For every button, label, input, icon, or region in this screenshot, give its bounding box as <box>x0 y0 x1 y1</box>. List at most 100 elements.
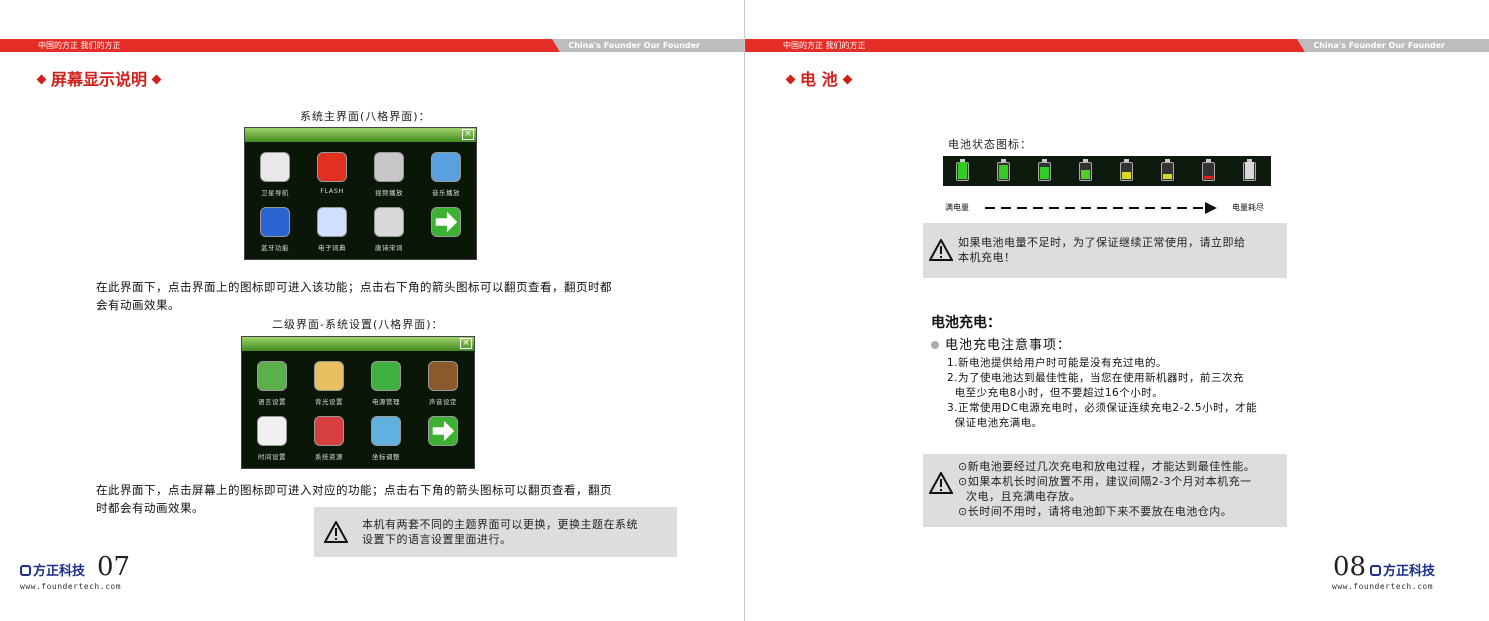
section-title: 屏幕显示说明 <box>32 70 166 90</box>
battery-icon <box>1120 159 1133 181</box>
header-right-text: China's Founder Our Founder <box>1313 41 1445 50</box>
full-battery-label: 满电量 <box>945 203 969 212</box>
warning-line: 本机充电！ <box>958 251 1016 264</box>
app-icon <box>257 416 287 446</box>
screen-menu-item: 蓝牙功能 <box>245 207 305 252</box>
diamond-icon <box>785 74 796 85</box>
paragraph-1: 在此界面下，点击界面上的图标即可进入该功能；点击右下角的箭头图标可以翻页查看，翻… <box>96 278 612 314</box>
screen-menu-item: 坐标调整 <box>356 416 416 461</box>
page-number: 07 <box>97 552 131 582</box>
charge-notes-heading-text: 电池充电注意事项： <box>945 338 1072 353</box>
screen-menu-item: 卫星导航 <box>245 152 305 197</box>
screen-menu-label: 蓝牙功能 <box>261 244 289 252</box>
screen-menu-label: 声音设定 <box>429 398 457 406</box>
app-icon <box>428 361 458 391</box>
warning-icon <box>929 239 953 261</box>
app-icon <box>260 152 290 182</box>
screen-menu-label: 视频播放 <box>375 189 403 197</box>
founder-logo: 方正科技 <box>1370 560 1435 579</box>
battery-fill <box>1081 169 1090 179</box>
tip-item: 次电，且充满电存放。 <box>958 490 1081 503</box>
app-icon <box>260 207 290 237</box>
note-box: 本机有两套不同的主题界面可以更换，更换主题在系统 设置下的语言设置里面进行。 <box>314 507 677 557</box>
header-left-text: 中国的方正 我们的方正 <box>38 41 121 50</box>
logo-text: 方正科技 <box>1383 564 1436 579</box>
tip-item: ⊙长时间不用时，请将电池卸下来不要放在电池仓内。 <box>958 505 1233 518</box>
charge-heading: 电池充电： <box>931 315 1001 331</box>
screen-menu-label: 背光设置 <box>315 398 343 406</box>
next-page-arrow-button <box>413 416 473 451</box>
diamond-icon <box>36 74 47 85</box>
charge-notes-list: 1.新电池提供给用户时可能是没有充过电的。 2.为了使电池达到最佳性能，当您在使用… <box>947 356 1257 431</box>
battery-icon <box>1038 159 1051 181</box>
charge-notes-heading: 电池充电注意事项： <box>931 334 1071 353</box>
screen-titlebar <box>245 128 476 142</box>
battery-icon <box>1161 159 1174 181</box>
app-icon <box>257 361 287 391</box>
warning-icon <box>929 472 953 494</box>
app-icon <box>314 416 344 446</box>
header-bar: 中国的方正 我们的方正 China's Founder Our Founder <box>0 39 744 52</box>
screen-menu-item: FLASH <box>302 152 362 195</box>
warning-line: 如果电池电量不足时，为了保证继续正常使用，请立即给 <box>958 236 1246 249</box>
screen-menu-item: 语言设置 <box>242 361 302 406</box>
warning-icon <box>324 521 348 543</box>
close-icon: × <box>462 129 474 140</box>
app-icon <box>431 152 461 182</box>
header-right-text: China's Founder Our Founder <box>568 41 700 50</box>
arrow-right-icon <box>985 202 1217 214</box>
battery-icon <box>1202 159 1215 181</box>
app-icon <box>314 361 344 391</box>
charge-note-item: 保证电池充满电。 <box>947 417 1043 429</box>
app-icon <box>374 207 404 237</box>
battery-fill <box>999 164 1008 179</box>
tip-item: ⊙新电池要经过几次充电和放电过程，才能达到最佳性能。 <box>958 460 1256 473</box>
screen-menu-label: 时间设置 <box>258 453 286 461</box>
page-number: 08 <box>1333 552 1367 582</box>
screen-menu-item: 电源管理 <box>356 361 416 406</box>
screen-menu-label: 电子词典 <box>318 244 346 252</box>
screen-menu-label: 音乐播放 <box>432 189 460 197</box>
tip-item: ⊙如果本机长时间放置不用，建议间隔2-3个月对本机充一 <box>958 475 1252 488</box>
screen-menu-label: FLASH <box>320 187 344 195</box>
note-line: 本机有两套不同的主题界面可以更换，更换主题在系统 <box>362 518 638 531</box>
header-left-text: 中国的方正 我们的方正 <box>783 41 866 50</box>
founder-logo: 方正科技 <box>20 560 85 579</box>
battery-fill <box>1163 173 1172 179</box>
screen-menu-label: 坐标调整 <box>372 453 400 461</box>
battery-fill <box>1245 162 1254 179</box>
charge-note-item: 3.正常使用DC电源充电时，必须保证连续充电2-2.5小时，才能 <box>947 402 1258 414</box>
screen-menu-item: 系统资源 <box>299 416 359 461</box>
screen-menu-label: 卫星导航 <box>261 189 289 197</box>
note-text: 本机有两套不同的主题界面可以更换，更换主题在系统 设置下的语言设置里面进行。 <box>362 517 638 547</box>
battery-caption: 电池状态图标： <box>948 138 1032 151</box>
paragraph-1-line: 会有动画效果。 <box>96 298 180 312</box>
app-icon <box>317 152 347 182</box>
app-icon <box>317 207 347 237</box>
battery-status-strip <box>943 156 1271 186</box>
arrow-right-icon <box>428 416 458 446</box>
screen-menu-label: 系统资源 <box>315 453 343 461</box>
screen-menu-item: 时间设置 <box>242 416 302 461</box>
screen-menu-item: 唐诗宋词 <box>359 207 419 252</box>
diamond-icon <box>842 74 853 85</box>
caption-main-screen: 系统主界面(八格界面)： <box>300 110 431 123</box>
charge-note-item: 2.为了使电池达到最佳性能，当您在使用新机器时，前三次充 <box>947 372 1245 384</box>
empty-battery-label: 电量耗尽 <box>1232 203 1264 212</box>
battery-fill <box>958 162 967 179</box>
logo-text: 方正科技 <box>33 564 86 579</box>
screen-titlebar <box>242 337 474 351</box>
screen-menu-item: 音乐播放 <box>416 152 476 197</box>
battery-fill <box>1040 167 1049 179</box>
tips-box: ⊙新电池要经过几次充电和放电过程，才能达到最佳性能。 ⊙如果本机长时间放置不用，建… <box>923 454 1287 527</box>
battery-warning-box: 如果电池电量不足时，为了保证继续正常使用，请立即给 本机充电！ <box>923 223 1287 278</box>
battery-icon <box>1079 159 1092 181</box>
section-title-text: 电 池 <box>800 70 838 89</box>
tips-list: ⊙新电池要经过几次充电和放电过程，才能达到最佳性能。 ⊙如果本机长时间放置不用，建… <box>958 459 1255 519</box>
arrow-right-icon <box>431 207 461 237</box>
paragraph-1-line: 在此界面下，点击界面上的图标即可进入该功能；点击右下角的箭头图标可以翻页查看，翻… <box>96 280 612 294</box>
screen-menu-label: 电源管理 <box>372 398 400 406</box>
battery-icon <box>1243 159 1256 181</box>
founder-logo-mark <box>1370 565 1381 576</box>
section-title-text: 屏幕显示说明 <box>51 70 148 89</box>
